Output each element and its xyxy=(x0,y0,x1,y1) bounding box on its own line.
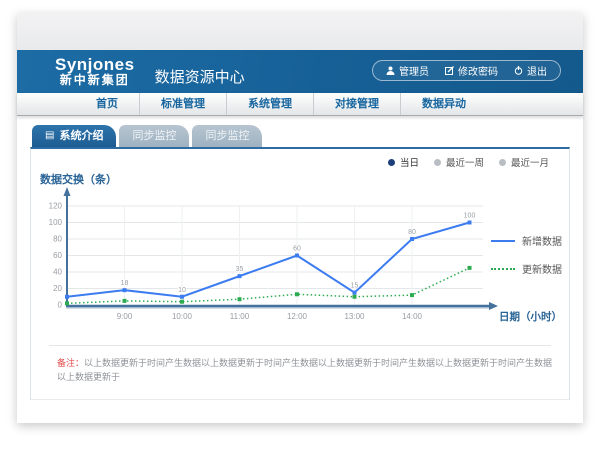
change-password-button[interactable]: 修改密码 xyxy=(445,63,498,78)
radio-dot-icon xyxy=(388,159,395,166)
svg-text:60: 60 xyxy=(293,246,301,253)
svg-text:13:00: 13:00 xyxy=(344,312,365,321)
svg-text:100: 100 xyxy=(464,213,476,220)
svg-text:40: 40 xyxy=(53,268,62,277)
legend-label-updated-data: 更新数据 xyxy=(522,261,562,276)
svg-text:15: 15 xyxy=(351,283,359,290)
chart-legend: 新增数据 更新数据 xyxy=(491,233,562,289)
logo-text: Synjones xyxy=(55,56,135,74)
filter-last-month[interactable]: 最近一月 xyxy=(499,155,549,169)
main-nav: 首页 标准管理 系统管理 对接管理 数据异动 xyxy=(17,93,583,116)
filter-today-label: 当日 xyxy=(400,155,419,169)
nav-item-home[interactable]: 首页 xyxy=(75,93,140,115)
svg-text:12:00: 12:00 xyxy=(287,312,308,321)
user-icon xyxy=(386,66,395,75)
tab-sync-monitor-2[interactable]: 同步监控 xyxy=(192,125,262,147)
line-swatch-icon xyxy=(491,240,515,242)
header-user-actions: 管理员 修改密码 退出 xyxy=(372,60,561,81)
svg-text:20: 20 xyxy=(53,284,62,293)
tab-system-intro[interactable]: ▤ 系统介绍 xyxy=(32,125,116,147)
page: Synjones 新中新集团 数据资源中心 管理员 修改密码 xyxy=(0,0,600,450)
legend-label-new-data: 新增数据 xyxy=(522,233,562,248)
content-area: ▤ 系统介绍 同步监控 同步监控 当日 最近一周 xyxy=(17,116,583,422)
page-title: 数据资源中心 xyxy=(155,66,245,87)
svg-text:120: 120 xyxy=(49,202,63,211)
svg-text:10:00: 10:00 xyxy=(172,312,193,321)
radio-dot-icon xyxy=(499,159,506,166)
nav-item-interface-mgmt[interactable]: 对接管理 xyxy=(314,93,401,115)
chart-panel: 当日 最近一周 最近一月 数据交换（条） 9:0010:0011:0012:00… xyxy=(30,147,570,400)
svg-text:0: 0 xyxy=(58,301,63,310)
range-filters: 当日 最近一周 最近一月 xyxy=(388,155,549,169)
legend-item-new-data: 新增数据 xyxy=(491,233,562,248)
footnote-text: 以上数据更新于时间产生数据以上数据更新于时间产生数据以上数据更新于时间产生数据以… xyxy=(57,358,552,382)
app-window: Synjones 新中新集团 数据资源中心 管理员 修改密码 xyxy=(17,13,583,423)
footnote-prefix: 备注： xyxy=(57,358,84,368)
svg-text:11:00: 11:00 xyxy=(230,312,250,321)
line-swatch-icon xyxy=(491,268,515,270)
svg-text:100: 100 xyxy=(49,218,63,227)
nav-item-standard-mgmt[interactable]: 标准管理 xyxy=(140,93,227,115)
filter-last-week-label: 最近一周 xyxy=(446,155,484,169)
user-button-label: 管理员 xyxy=(399,63,429,78)
svg-text:9:00: 9:00 xyxy=(117,312,133,321)
power-icon xyxy=(514,66,523,75)
filter-last-week[interactable]: 最近一周 xyxy=(434,155,484,169)
tab-bar: ▤ 系统介绍 同步监控 同步监控 xyxy=(32,125,262,147)
tab-system-intro-label: 系统介绍 xyxy=(59,125,103,147)
nav-item-data-change[interactable]: 数据异动 xyxy=(401,93,487,115)
svg-text:10: 10 xyxy=(178,287,186,294)
change-password-label: 修改密码 xyxy=(458,63,498,78)
svg-text:80: 80 xyxy=(408,229,416,236)
window-top-strip xyxy=(17,13,583,50)
svg-text:35: 35 xyxy=(236,266,244,273)
filter-last-month-label: 最近一月 xyxy=(511,155,549,169)
app-header: Synjones 新中新集团 数据资源中心 管理员 修改密码 xyxy=(17,50,583,93)
nav-item-system-mgmt[interactable]: 系统管理 xyxy=(227,93,314,115)
line-chart: 9:00 10:00 11:00 12:00 13:00 14:00 0 20 40 60 80 10… xyxy=(37,185,507,327)
logo: Synjones 新中新集团 xyxy=(55,56,135,86)
logout-label: 退出 xyxy=(527,63,547,78)
footnote: 备注：以上数据更新于时间产生数据以上数据更新于时间产生数据以上数据更新于时间产生… xyxy=(57,357,555,384)
svg-text:60: 60 xyxy=(53,251,62,260)
logout-button[interactable]: 退出 xyxy=(514,63,547,78)
x-axis-title: 日期（小时） xyxy=(499,309,562,324)
filter-today[interactable]: 当日 xyxy=(388,155,419,169)
edit-icon xyxy=(445,66,454,75)
svg-text:14:00: 14:00 xyxy=(402,312,423,321)
tab-sync-monitor-1[interactable]: 同步监控 xyxy=(119,125,189,147)
logo-subtext: 新中新集团 xyxy=(55,74,135,87)
svg-text:18: 18 xyxy=(121,280,129,287)
radio-dot-icon xyxy=(434,159,441,166)
panel-divider xyxy=(49,345,551,346)
document-icon: ▤ xyxy=(45,131,54,141)
user-button[interactable]: 管理员 xyxy=(386,63,429,78)
svg-text:80: 80 xyxy=(53,235,62,244)
legend-item-updated-data: 更新数据 xyxy=(491,261,562,276)
